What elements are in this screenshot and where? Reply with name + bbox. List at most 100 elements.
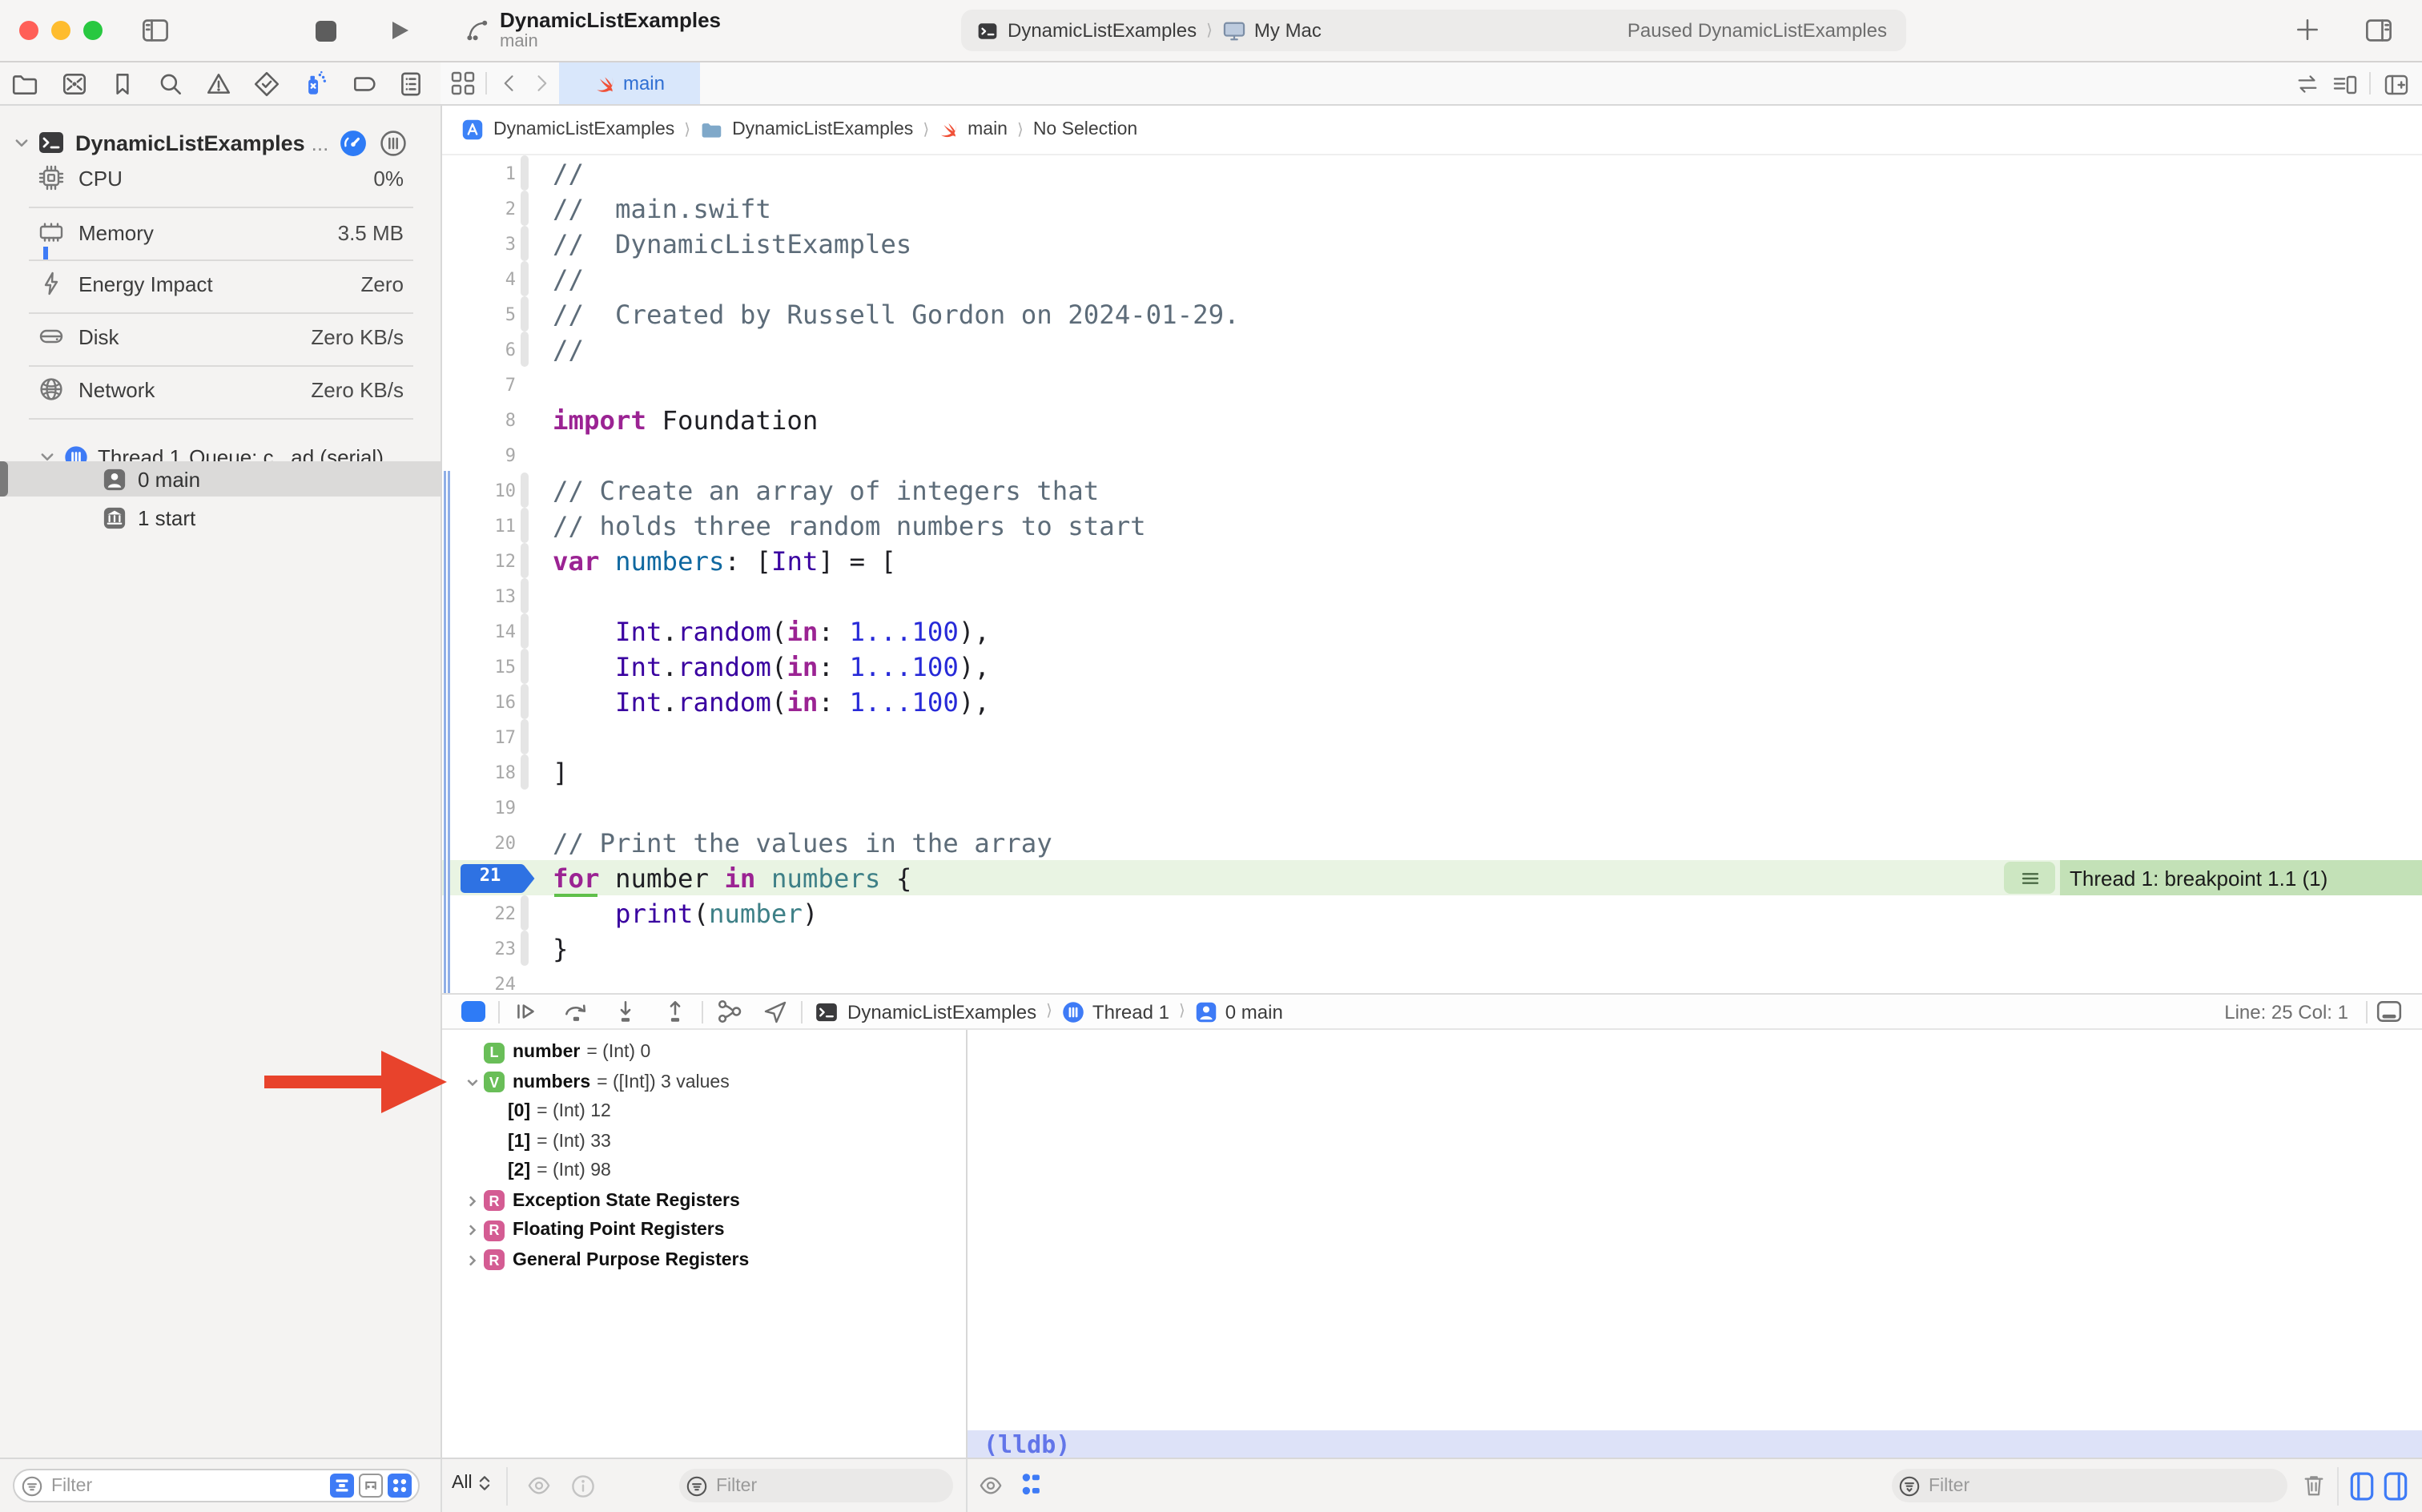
navigator-filter-field[interactable]: Filter	[13, 1469, 420, 1502]
code-line[interactable]: 4//	[442, 261, 2422, 296]
trash-icon[interactable]	[2302, 1472, 2326, 1499]
code-line[interactable]: 12var numbers: [Int] = [	[442, 543, 2422, 578]
zoom-window-button[interactable]	[83, 21, 103, 40]
code-line[interactable]: 16 Int.random(in: 1...100),	[442, 684, 2422, 719]
variables-filter-field[interactable]: Filter	[679, 1469, 953, 1502]
navigator-drag-handle[interactable]	[0, 461, 8, 497]
line-number[interactable]: 16	[442, 691, 516, 712]
debug-crumb-process[interactable]: DynamicListExamples	[847, 1000, 1036, 1023]
line-number[interactable]: 6	[442, 339, 516, 360]
tests-icon[interactable]	[253, 70, 280, 98]
gauge-row-cpu[interactable]: CPU0%	[0, 160, 441, 195]
line-number[interactable]: 3	[442, 233, 516, 254]
continue-execution-icon[interactable]	[513, 998, 540, 1025]
gauge-badge-icon[interactable]	[340, 129, 367, 156]
code-line[interactable]: 19	[442, 790, 2422, 825]
code-line[interactable]: 18]	[442, 754, 2422, 790]
line-number[interactable]: 14	[442, 621, 516, 641]
code-line[interactable]: 14 Int.random(in: 1...100),	[442, 613, 2422, 649]
line-number[interactable]: 11	[442, 515, 516, 536]
variable-row[interactable]: Vnumbers= ([Int]) 3 values	[442, 1068, 966, 1097]
line-number[interactable]: 17	[442, 726, 516, 747]
line-number[interactable]: 7	[442, 374, 516, 395]
gauge-row-disk[interactable]: DiskZero KB/s	[0, 319, 441, 354]
line-number[interactable]: 22	[442, 903, 516, 923]
stop-button[interactable]	[316, 20, 336, 41]
line-number[interactable]: 24	[442, 973, 516, 993]
variables-scope-popup[interactable]: All	[452, 1474, 492, 1493]
bookmarks-icon[interactable]	[109, 70, 136, 98]
code-line[interactable]: 15 Int.random(in: 1...100),	[442, 649, 2422, 684]
show-console-view-icon[interactable]	[2384, 1472, 2408, 1501]
issues-icon[interactable]	[205, 70, 232, 98]
code-line[interactable]: 22 print(number)	[442, 895, 2422, 931]
info-icon[interactable]	[570, 1474, 596, 1499]
debug-crumb-frame[interactable]: 0 main	[1225, 1000, 1283, 1023]
variable-row[interactable]: [2]= (Int) 98	[442, 1156, 966, 1186]
debug-icon[interactable]	[301, 70, 328, 98]
source-editor[interactable]: 1//2// main.swift3// DynamicListExamples…	[442, 155, 2422, 993]
code-line[interactable]: 17	[442, 719, 2422, 754]
code-line[interactable]: 6//	[442, 332, 2422, 367]
line-number[interactable]: 13	[442, 585, 516, 606]
jump-bar-file[interactable]: main	[968, 120, 1008, 139]
filter-flagged-button[interactable]	[330, 1474, 354, 1498]
gauge-row-memory[interactable]: Memory3.5 MB	[0, 215, 441, 250]
add-editor-icon[interactable]	[2384, 72, 2409, 98]
scheme-selector[interactable]: DynamicListExamples ⟩ My Mac Paused Dyna…	[961, 10, 1906, 51]
line-number[interactable]: 1	[442, 163, 516, 183]
project-navigator-icon[interactable]	[11, 70, 38, 98]
close-window-button[interactable]	[19, 21, 38, 40]
code-review-icon[interactable]	[2295, 72, 2319, 96]
thread-view-mode-icon[interactable]	[380, 129, 407, 156]
line-number[interactable]: 10	[442, 480, 516, 501]
lldb-prompt-row[interactable]: (lldb)	[968, 1430, 2422, 1458]
line-number[interactable]: 5	[442, 304, 516, 324]
code-line[interactable]: 20// Print the values in the array	[442, 825, 2422, 860]
related-items-icon[interactable]	[450, 70, 476, 96]
process-row[interactable]: DynamicListExamples ...	[0, 125, 441, 160]
variable-row[interactable]: [1]= (Int) 33	[442, 1127, 966, 1156]
forward-chevron-icon[interactable]	[530, 72, 553, 94]
console-filter-field[interactable]: Filter	[1892, 1469, 2287, 1502]
filter-running-button[interactable]	[359, 1474, 383, 1498]
simulate-location-icon[interactable]	[762, 999, 788, 1024]
back-chevron-icon[interactable]	[498, 72, 521, 94]
line-number[interactable]: 12	[442, 550, 516, 571]
find-icon[interactable]	[157, 70, 184, 98]
line-number[interactable]: 9	[442, 444, 516, 465]
line-number[interactable]: 2	[442, 198, 516, 219]
code-line[interactable]: 2// main.swift	[442, 191, 2422, 226]
code-line[interactable]: 3// DynamicListExamples	[442, 226, 2422, 261]
toggle-left-sidebar-icon[interactable]	[141, 16, 170, 45]
gauge-row-network[interactable]: NetworkZero KB/s	[0, 372, 441, 407]
code-line[interactable]: 23}	[442, 931, 2422, 966]
quick-look-icon[interactable]	[977, 1474, 1004, 1498]
jump-bar-group[interactable]: DynamicListExamples	[732, 120, 913, 139]
step-out-icon[interactable]	[662, 998, 689, 1025]
chevron-down-icon[interactable]	[13, 134, 30, 151]
debug-memory-graph-icon[interactable]	[716, 998, 743, 1025]
variable-row[interactable]: RFloating Point Registers	[442, 1216, 966, 1245]
line-number[interactable]: 15	[442, 656, 516, 677]
run-button[interactable]	[389, 19, 412, 42]
filter-view-mode-button[interactable]	[388, 1474, 412, 1498]
step-over-icon[interactable]	[562, 998, 589, 1025]
code-line[interactable]: 9	[442, 437, 2422, 472]
jump-bar-project[interactable]: DynamicListExamples	[493, 120, 674, 139]
variable-row[interactable]: RException State Registers	[442, 1186, 966, 1216]
line-number[interactable]: 8	[442, 409, 516, 430]
line-number[interactable]: 20	[442, 832, 516, 853]
variable-row[interactable]: [0]= (Int) 12	[442, 1097, 966, 1127]
step-into-icon[interactable]	[612, 998, 639, 1025]
breakpoints-toggle-button[interactable]	[461, 1001, 485, 1022]
line-number[interactable]: 4	[442, 268, 516, 289]
code-line[interactable]: 11// holds three random numbers to start	[442, 508, 2422, 543]
code-line[interactable]: for number in numbers {21Thread 1: break…	[442, 860, 2422, 895]
line-number[interactable]: 23	[442, 938, 516, 959]
code-line[interactable]: 1//	[442, 155, 2422, 191]
code-line[interactable]: 5// Created by Russell Gordon on 2024-01…	[442, 296, 2422, 332]
disclosure-down-icon[interactable]	[461, 1075, 484, 1091]
disclosure-right-icon[interactable]	[461, 1253, 484, 1269]
code-line[interactable]: 7	[442, 367, 2422, 402]
